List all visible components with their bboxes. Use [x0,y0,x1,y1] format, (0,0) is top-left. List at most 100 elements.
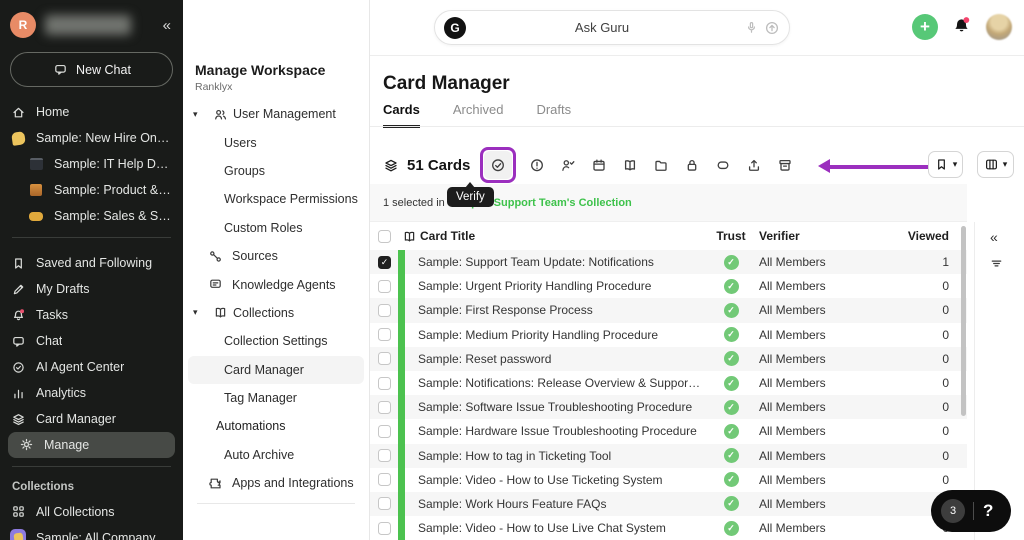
tool-person-check-button[interactable] [556,153,580,177]
columns-button[interactable]: ▾ [977,151,1014,178]
manage-group-collections[interactable]: ▾ Collections [183,299,369,327]
tab-drafts[interactable]: Drafts [536,102,571,128]
tab-archived[interactable]: Archived [453,102,504,128]
row-checkbox[interactable] [378,400,391,414]
calendar-icon [591,157,607,173]
sidebar-item-ai-agent-center[interactable]: AI Agent Center [0,354,183,380]
manage-item-users[interactable]: Users [183,128,369,156]
manage-item-tag-manager[interactable]: Tag Manager [183,384,369,412]
sidebar-item-card-manager[interactable]: Card Manager [0,406,183,432]
help-widget[interactable]: 3 ? [931,490,1011,532]
tool-lock-button[interactable] [680,153,704,177]
bulk-actions-toolbar: 51 Cards [383,146,800,184]
rail-collapse-icon[interactable]: « [990,229,998,245]
row-checkbox[interactable] [378,328,391,342]
sidebar-item-my-drafts[interactable]: My Drafts [0,276,183,302]
sidebar-item-tasks[interactable]: Tasks [0,302,183,328]
tool-export-button[interactable] [742,153,766,177]
row-checkbox[interactable] [378,521,391,535]
book-icon [212,305,228,321]
column-verifier[interactable]: Verifier [759,229,899,243]
tool-archive-button[interactable] [773,153,797,177]
row-checkbox[interactable]: ✓ [378,255,391,269]
manage-item-knowledge-agents[interactable]: Knowledge Agents [183,270,369,298]
sidebar-collapse-icon[interactable]: « [163,17,171,34]
column-card-title[interactable]: Card Title [420,229,703,243]
manage-item-groups[interactable]: Groups [183,157,369,185]
wave-icon [10,130,26,146]
manage-item-apps-and-integrations[interactable]: Apps and Integrations [183,469,369,497]
table-row[interactable]: Sample: Software Issue Troubleshooting P… [370,395,967,420]
table-row[interactable]: Sample: First Response Process ✓ All Membe… [370,298,967,323]
submit-arrow-icon[interactable] [764,20,780,36]
sidebar-item-label: Saved and Following [36,256,153,270]
user-avatar[interactable] [986,14,1012,40]
table-row[interactable]: Sample: Work Hours Feature FAQs ✓ All Memb… [370,491,967,517]
sidebar-item-manage[interactable]: Manage [8,432,175,458]
sidebar-item-chat[interactable]: Chat [0,328,183,354]
tool-book-button[interactable] [618,153,642,177]
sidebar-collections: All Collections Sample: All Company Infor… [0,499,183,540]
manage-item-card-manager[interactable]: Card Manager [188,355,364,384]
table-row[interactable]: ✓ Sample: Support Team Update: Notificati… [370,250,967,275]
sidebar-item-all-collections[interactable]: All Collections [0,499,183,525]
vertical-scrollbar[interactable] [961,226,966,416]
chevron-down-icon[interactable]: ▾ [193,109,203,120]
tool-verify-button[interactable] [484,151,513,179]
tool-tag-button[interactable] [711,153,735,177]
notifications-bell-icon[interactable] [951,16,973,38]
table-row[interactable]: Sample: Video - How to Use Live Chat Sys… [370,516,967,540]
row-checkbox[interactable] [378,473,391,487]
manage-group-user-management[interactable]: ▾ User Management [183,100,369,128]
table-row[interactable]: Sample: Reset password ✓ All Members 0 [370,346,967,371]
chevron-down-icon: ▾ [952,159,958,169]
row-checkbox[interactable] [378,449,391,463]
row-checkbox[interactable] [378,279,391,293]
row-checkbox[interactable] [378,424,391,438]
microphone-icon[interactable] [743,20,759,36]
tool-calendar-button[interactable] [587,153,611,177]
new-chat-button[interactable]: New Chat [10,52,173,87]
manage-item-auto-archive[interactable]: Auto Archive [183,441,369,469]
ask-guru-search[interactable]: G Ask Guru [434,10,790,45]
select-all-checkbox[interactable] [378,229,391,243]
sidebar-item-home[interactable]: Home [0,99,183,125]
sidebar-item-sample-new-hire-onboar[interactable]: Sample: New Hire Onboar... [0,125,183,151]
tool-folder-button[interactable] [649,153,673,177]
workspace-avatar[interactable]: R [10,12,36,38]
manage-item-workspace-permissions[interactable]: Workspace Permissions [183,185,369,213]
tab-cards[interactable]: Cards [383,102,420,128]
sidebar-item-saved-and-following[interactable]: Saved and Following [0,250,183,276]
row-checkbox[interactable] [378,303,391,317]
create-button[interactable]: + [912,14,938,40]
row-checkbox[interactable] [378,352,391,366]
card-title: Sample: Software Issue Troubleshooting P… [418,400,693,415]
table-row[interactable]: Sample: How to tag in Ticketing Tool ✓ All… [370,443,967,468]
filter-icon[interactable] [988,255,1004,271]
row-checkbox[interactable] [378,497,391,511]
saved-views-button[interactable]: ▾ [928,151,963,178]
card-title: Sample: How to tag in Ticketing Tool [418,448,612,463]
column-viewed[interactable]: Viewed [899,229,949,243]
sidebar-item-sample-sales-suppor[interactable]: Sample: Sales & Suppor... [0,203,183,229]
table-row[interactable]: Sample: Video - How to Use Ticketing Sys… [370,467,967,492]
card-title: Sample: Work Hours Feature FAQs [418,496,607,511]
table-row[interactable]: Sample: Urgent Priority Handling Procedu… [370,274,967,299]
table-row[interactable]: Sample: Hardware Issue Troubleshooting P… [370,419,967,444]
manage-item-collection-settings[interactable]: Collection Settings [183,327,369,355]
chevron-down-icon[interactable]: ▾ [193,307,203,318]
sidebar-item-sample-product-engi[interactable]: Sample: Product & Engi... [0,177,183,203]
table-row[interactable]: Sample: Medium Priority Handling Procedu… [370,322,967,347]
manage-item-custom-roles[interactable]: Custom Roles [183,214,369,242]
sidebar-item-analytics[interactable]: Analytics [0,380,183,406]
sidebar-item-label: Home [36,105,70,119]
divider [12,465,171,467]
manage-item-sources[interactable]: Sources [183,242,369,270]
table-row[interactable]: Sample: Notifications: Release Overview … [370,370,967,396]
verifier-cell: All Members [759,327,826,342]
tool-alert-button[interactable] [525,153,549,177]
column-trust[interactable]: Trust [703,229,759,243]
sidebar-item-sample-it-help-desk[interactable]: Sample: IT Help Desk [0,151,183,177]
sidebar-item-sample-all-company-infor[interactable]: Sample: All Company Infor... [0,525,183,540]
row-checkbox[interactable] [378,376,391,390]
